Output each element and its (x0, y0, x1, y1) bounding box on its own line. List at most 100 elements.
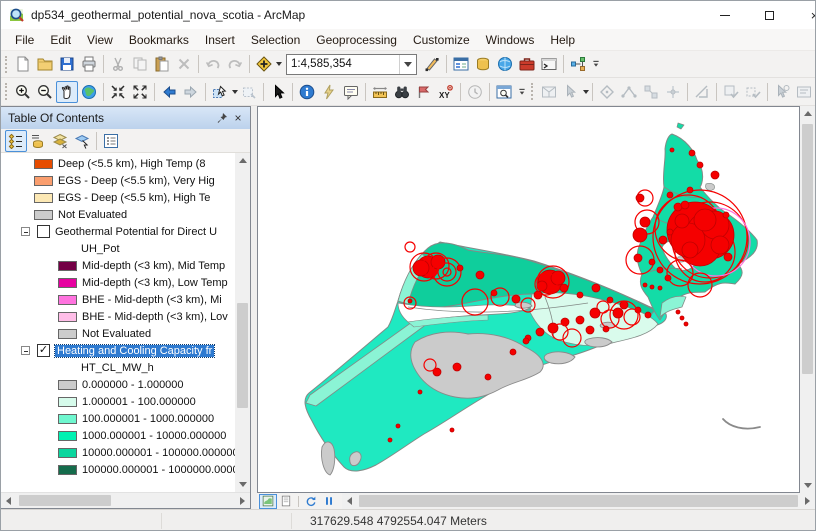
toc-window-button[interactable] (450, 53, 472, 75)
toolbar-overflow-button[interactable] (515, 81, 529, 103)
save-button[interactable] (56, 53, 78, 75)
menu-insert[interactable]: Insert (197, 31, 243, 49)
select-elements-button[interactable] (267, 81, 289, 103)
viewer-window-button[interactable] (493, 81, 515, 103)
map-scroll-down-icon[interactable] (800, 478, 815, 493)
scroll-left-icon[interactable] (1, 493, 16, 508)
toolbar-separator (205, 82, 206, 101)
menu-edit[interactable]: Edit (42, 31, 79, 49)
menu-geoprocessing[interactable]: Geoprocessing (308, 31, 405, 49)
toolbar-overflow-button[interactable] (589, 53, 603, 75)
scale-dropdown-icon[interactable] (399, 54, 416, 74)
map-scroll-left-icon[interactable] (342, 493, 357, 508)
scroll-down-icon[interactable] (235, 477, 250, 492)
list-by-drawing-order-button[interactable] (5, 129, 27, 152)
model-builder-button[interactable] (567, 53, 589, 75)
print-button[interactable] (78, 53, 100, 75)
layer-checkbox[interactable]: ✓ (37, 344, 50, 357)
toc-horizontal-scrollbar[interactable] (1, 492, 250, 508)
list-by-selection-button[interactable] (71, 130, 93, 152)
map-vscroll-thumb[interactable] (802, 124, 813, 374)
pause-button[interactable] (320, 494, 338, 509)
pin-icon[interactable] (214, 110, 230, 126)
identify-icon (299, 84, 315, 99)
list-by-visibility-button[interactable] (49, 130, 71, 152)
open-folder-button[interactable] (34, 53, 56, 75)
pan-button[interactable] (56, 80, 78, 103)
toolbar-grip[interactable] (5, 83, 9, 100)
zoom-out-button[interactable] (34, 81, 56, 103)
map-symbol (669, 147, 675, 153)
menu-customize[interactable]: Customize (405, 31, 478, 49)
list-by-source-button[interactable] (27, 130, 49, 152)
menu-file[interactable]: File (7, 31, 42, 49)
editor-sketch-button[interactable] (421, 53, 443, 75)
go-back-button[interactable] (158, 81, 180, 103)
toc-legend-row: Not Evaluated (1, 325, 250, 342)
map-vertical-scrollbar[interactable] (800, 106, 815, 493)
toc-scroll-thumb[interactable] (237, 303, 248, 408)
full-extent-button[interactable] (78, 81, 100, 103)
map-symbol (559, 283, 569, 293)
map-scale-input[interactable] (287, 55, 399, 73)
toc-options-button[interactable] (100, 130, 122, 152)
data-view-button[interactable] (259, 493, 277, 509)
topology-edit-tool-dropdown-icon[interactable] (583, 89, 589, 94)
hyperlink-button (318, 81, 340, 103)
measure-button[interactable] (369, 81, 391, 103)
fixed-zoom-out-button[interactable] (129, 81, 151, 103)
map-symbol (657, 285, 663, 291)
maximize-button[interactable] (747, 1, 792, 29)
fixed-zoom-in-button[interactable] (107, 81, 129, 103)
map-scroll-right-icon[interactable] (800, 493, 815, 508)
paste-button[interactable] (151, 53, 173, 75)
layer-name[interactable]: Heating and Cooling Capacity fr (53, 343, 216, 358)
layer-checkbox[interactable] (37, 225, 50, 238)
add-data-button[interactable] (253, 53, 275, 75)
map-hscroll-thumb[interactable] (359, 495, 798, 507)
add-data-icon (256, 56, 272, 72)
map-horizontal-scrollbar[interactable] (342, 493, 815, 509)
table-of-contents-panel: Table Of Contents × Deep (<5.5 km), High… (1, 106, 251, 509)
toolbox-button[interactable] (516, 53, 538, 75)
html-popup-button[interactable] (340, 81, 362, 103)
find-route-button[interactable] (413, 81, 435, 103)
find-route-icon (418, 86, 430, 98)
select-features-button[interactable] (209, 81, 231, 103)
scroll-right-icon[interactable] (235, 493, 250, 508)
menu-windows[interactable]: Windows (478, 31, 543, 49)
add-data-dropdown-icon[interactable] (276, 62, 282, 66)
menu-view[interactable]: View (79, 31, 121, 49)
map-canvas[interactable] (257, 106, 800, 493)
zoom-in-button[interactable] (12, 81, 34, 103)
toolbar-grip[interactable] (531, 83, 535, 100)
map-scroll-up-icon[interactable] (800, 106, 815, 121)
refresh-button[interactable] (302, 494, 320, 509)
close-button[interactable]: × (792, 1, 815, 29)
collapse-icon[interactable] (21, 227, 30, 236)
scroll-up-icon[interactable] (235, 153, 250, 168)
toc-hscroll-thumb[interactable] (19, 495, 111, 506)
collapse-icon[interactable] (21, 346, 30, 355)
identify-button[interactable] (296, 81, 318, 103)
menu-bookmarks[interactable]: Bookmarks (121, 31, 197, 49)
layer-name[interactable]: Geothermal Potential for Direct U (55, 226, 217, 238)
map-scale-combobox[interactable] (286, 53, 417, 75)
menu-selection[interactable]: Selection (243, 31, 308, 49)
find-button[interactable] (391, 81, 413, 103)
arcglobe-button[interactable] (494, 53, 516, 75)
go-to-xy-button[interactable]: XY (435, 81, 457, 103)
toolbar-grip[interactable] (5, 55, 9, 73)
menu-help[interactable]: Help (542, 31, 583, 49)
new-document-button[interactable] (12, 53, 34, 75)
legend-swatch (58, 464, 77, 475)
map-symbol (576, 291, 584, 299)
python-window-button[interactable] (538, 53, 560, 75)
toc-legend-row: BHE - Mid-depth (<3 km), Lov (1, 308, 250, 325)
toc-vertical-scrollbar[interactable] (235, 153, 250, 492)
layout-view-button[interactable] (277, 494, 295, 509)
close-panel-icon[interactable]: × (230, 110, 246, 126)
map-symbol (511, 294, 521, 304)
minimize-button[interactable] (702, 1, 747, 29)
catalog-button[interactable] (472, 53, 494, 75)
